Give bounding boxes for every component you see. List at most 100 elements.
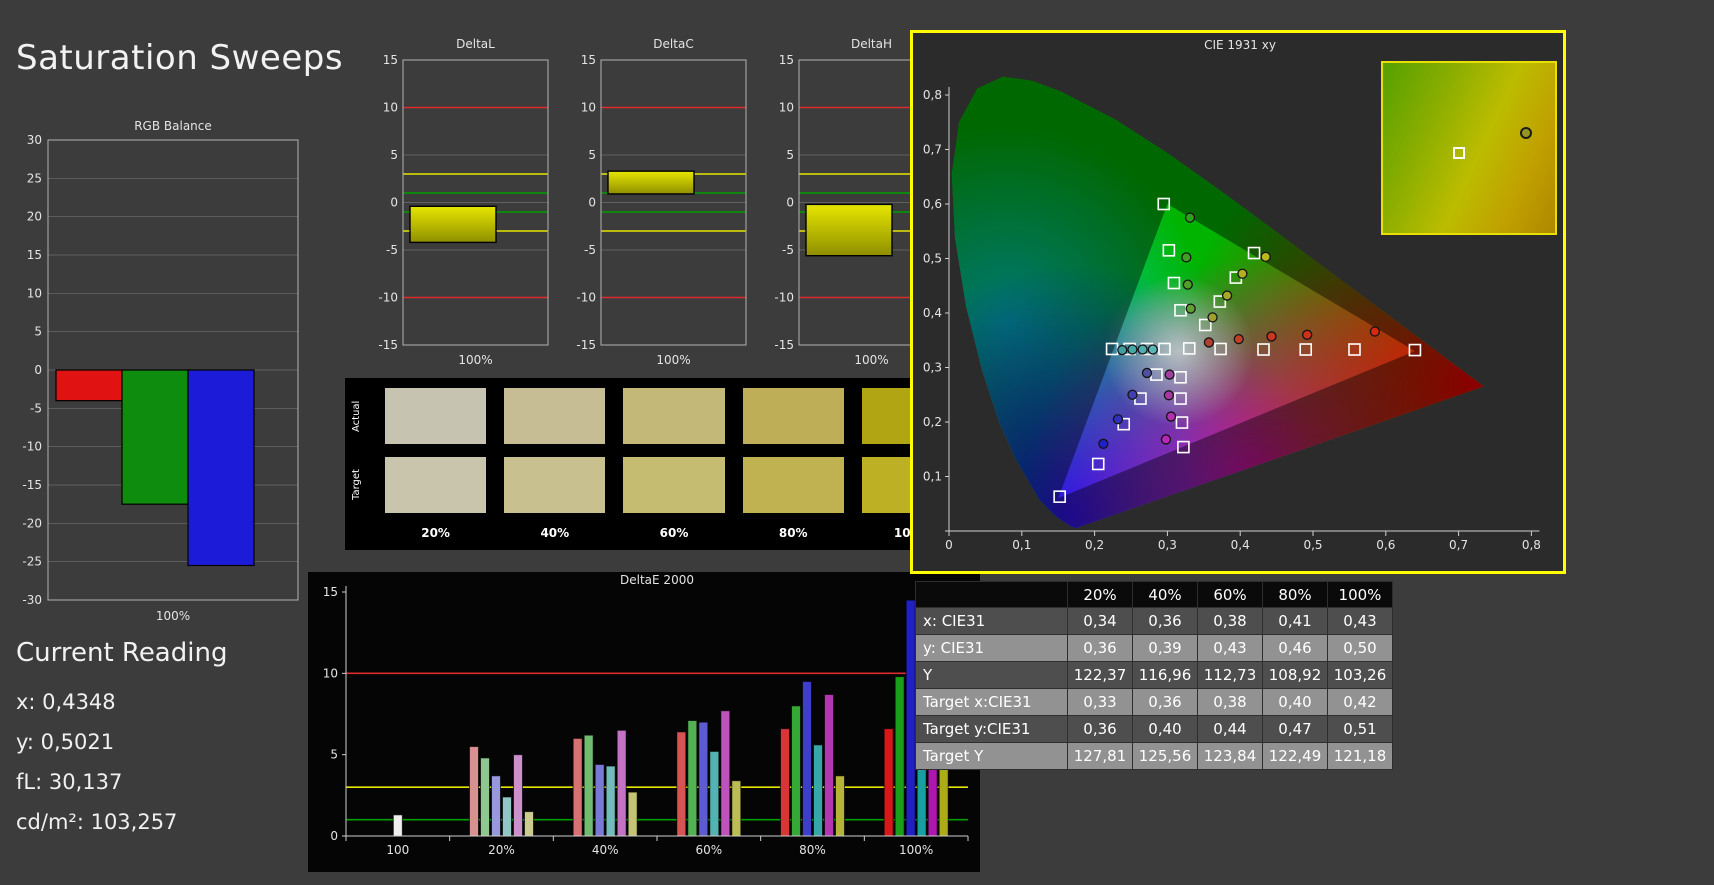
table-row-label: Target x:CIE31 [915,688,1068,716]
svg-text:-15: -15 [576,338,596,352]
table-col-header: 40% [1132,581,1198,608]
calibration-report: Saturation Sweeps RGB Balance -30 -25 -20 -1… [0,0,1714,885]
deltae-bar [594,763,605,837]
measured-point [1207,312,1218,323]
table-row: Y 122,37 116,96 112,73 108,92 103,26 [915,661,1393,689]
measured-point [1127,389,1138,400]
svg-text:0: 0 [588,196,596,210]
measured-point [1184,212,1196,223]
swatch-comparison-panel[interactable]: ActualTarget20%40%60%80%100% [345,378,977,550]
svg-text:10: 10 [27,286,42,300]
svg-text:0,1: 0,1 [1012,538,1031,552]
svg-text:-15: -15 [774,338,794,352]
rgb-bar-green [121,369,189,505]
svg-text:-15: -15 [378,338,398,352]
measurement-table: 20% 40% 60% 80% 100% x: CIE31 0,34 0,36 0,38 0,41… [915,581,1393,770]
svg-text:15: 15 [383,53,398,67]
svg-text:5: 5 [34,325,42,339]
table-cell: 122,49 [1262,742,1328,770]
svg-text:0,2: 0,2 [923,415,942,429]
table-row-label: x: CIE31 [915,607,1068,635]
deltae-bar [813,744,823,837]
delta-l-chart[interactable]: DeltaL -15 -10 -5 0 5 10 15 100% [365,36,555,376]
deltae-2000-chart[interactable]: DeltaE 2000 0 5 10 15 100 20% 40% 60% 80% 100% [308,572,980,872]
measured-point [1127,344,1138,355]
cie-zoom-inset [1381,61,1557,235]
reading-line: cd/m²: 103,257 [16,810,178,834]
svg-text:15: 15 [581,53,596,67]
svg-text:100%: 100% [156,609,190,623]
svg-text:10: 10 [323,666,338,680]
rgb-balance-chart[interactable]: RGB Balance -30 -25 -20 -15 -10 -5 0 5 10 15 20 25 30… [10,118,310,633]
svg-text:-10: -10 [378,291,398,305]
table-cell: 116,96 [1132,661,1198,689]
svg-text:25: 25 [27,171,42,185]
table-corner [915,581,1068,608]
svg-text:100%: 100% [899,843,933,857]
table-cell: 0,36 [1132,607,1198,635]
deltah-bar [805,203,893,257]
deltae-bar [491,775,501,837]
svg-text:15: 15 [779,53,794,67]
table-cell: 0,40 [1262,688,1328,716]
swatch-target-80% [742,457,844,513]
svg-text:DeltaH: DeltaH [851,37,892,51]
svg-text:100%: 100% [854,353,888,367]
cie-1931-panel[interactable]: CIE 1931 xy 0 0,1 0,2 0,3 0,4 0,5 0,6 0,7 0,8 0,1 0… [910,30,1566,574]
measured-point [1098,438,1109,449]
deltae-bar [894,676,905,837]
measured-point [1237,268,1248,279]
measured-point [1112,414,1124,425]
table-cell: 0,46 [1262,634,1328,662]
svg-text:0,8: 0,8 [923,88,942,102]
reading-line: fL: 30,137 [16,770,123,794]
svg-text:0: 0 [390,196,398,210]
reading-line: y: 0,5021 [16,730,115,754]
delta-c-chart[interactable]: DeltaC -15 -10 -5 0 5 10 15 100% [563,36,753,376]
measured-point [1221,290,1233,301]
svg-text:DeltaC: DeltaC [653,37,693,51]
table-row-label: y: CIE31 [915,634,1068,662]
swatch-row-label: Target [351,469,362,501]
deltae-bar [392,814,403,837]
svg-text:100%: 100% [656,353,690,367]
svg-text:0,4: 0,4 [1231,538,1250,552]
current-reading-values: x: 0,4348 y: 0,5021 fL: 30,137 cd/m²: 103,2… [16,682,227,842]
svg-text:-5: -5 [782,243,794,257]
deltae-bar [480,757,490,837]
page-title: Saturation Sweeps [16,38,344,78]
svg-text:60%: 60% [695,843,722,857]
svg-text:0,7: 0,7 [1449,538,1468,552]
svg-text:10: 10 [581,101,596,115]
svg-text:20: 20 [27,210,42,224]
table-cell: 122,37 [1067,661,1133,689]
table-row-label: Y [915,661,1068,689]
deltae-bar [835,775,845,837]
svg-text:80%: 80% [799,843,826,857]
measured-point [1164,369,1175,380]
swatch-col-label: 20% [421,526,450,540]
table-col-header: 60% [1197,581,1263,608]
svg-text:-10: -10 [774,291,794,305]
deltae-bar [698,721,709,837]
inset-measured-point [1519,126,1532,139]
svg-text:0,5: 0,5 [1303,538,1322,552]
table-cell: 0,41 [1262,607,1328,635]
table-cell: 0,42 [1327,688,1393,716]
svg-text:0: 0 [786,196,794,210]
measured-point [1141,367,1153,379]
svg-text:-20: -20 [22,516,42,530]
table-cell: 127,81 [1067,742,1133,770]
svg-text:15: 15 [323,585,338,599]
deltae-bar [938,759,949,837]
table-row: x: CIE31 0,34 0,36 0,38 0,41 0,43 [915,607,1393,635]
measured-point [1302,329,1313,340]
svg-text:0,8: 0,8 [1522,538,1541,552]
svg-text:10: 10 [779,101,794,115]
swatch-actual-80% [742,388,844,444]
measured-point [1369,326,1381,337]
measured-point [1203,337,1215,348]
measured-point [1260,251,1271,263]
swatch-target-40% [504,457,606,513]
measured-point [1147,344,1158,355]
